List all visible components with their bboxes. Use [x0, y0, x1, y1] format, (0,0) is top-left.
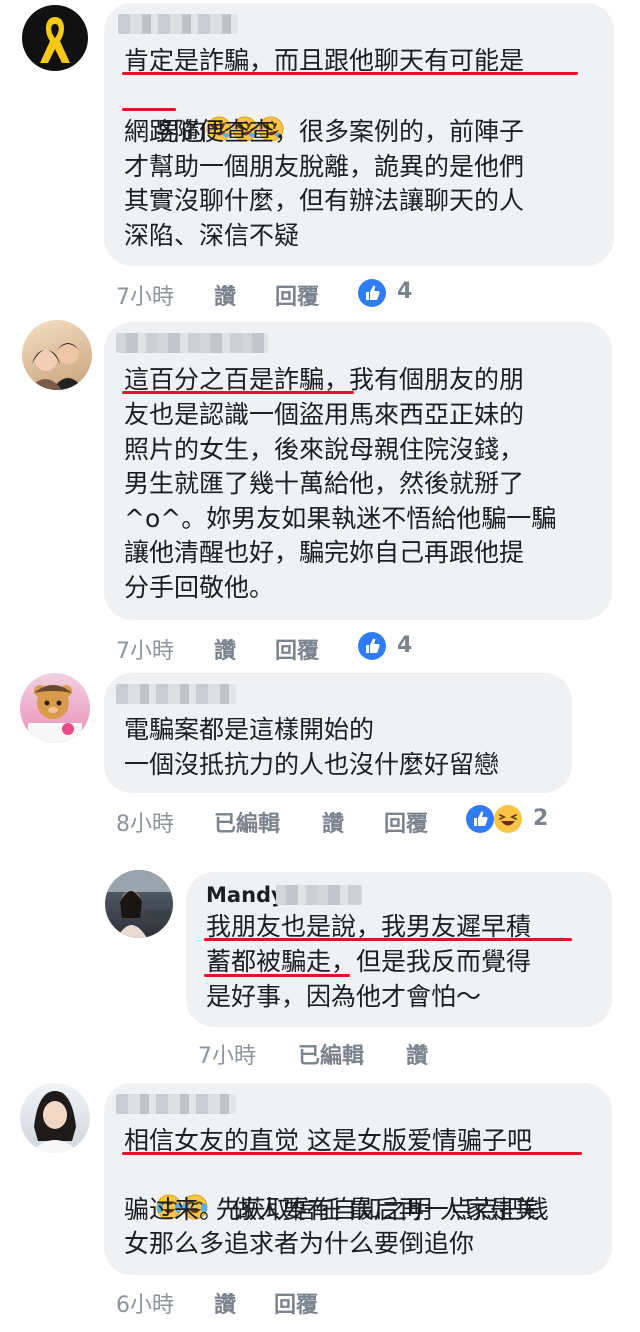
timestamp[interactable]: 7小時 — [116, 633, 174, 665]
commenter-avatar[interactable] — [20, 1083, 90, 1153]
like-button[interactable]: 讚 — [214, 279, 236, 311]
reply-button[interactable]: 回覆 — [275, 633, 319, 665]
comment-line: 才幫助一個朋友脫離，詭異的是他們 — [124, 152, 525, 181]
comment-line: ^o^。妳男友如果執迷不悟給他騙一騙 — [124, 504, 557, 533]
like-reaction-icon[interactable] — [358, 279, 386, 307]
commenter-name-blurred[interactable] — [116, 333, 268, 353]
reply-button[interactable]: 回覆 — [384, 806, 428, 838]
comment-line: 男生就匯了幾十萬給他，然後就掰了 — [124, 469, 525, 498]
woman-portrait-icon — [30, 1091, 80, 1153]
comment-line: 深陷、深信不疑 — [124, 221, 300, 250]
highlight-underline — [204, 974, 350, 977]
highlight-underline — [122, 391, 354, 394]
reply-button[interactable]: 回覆 — [274, 1287, 318, 1319]
comment-line: 友也是認識一個盜用馬來西亞正妹的 — [124, 400, 525, 429]
reaction-count[interactable]: 4 — [397, 633, 412, 658]
like-reaction-icon[interactable] — [358, 632, 386, 660]
edited-label[interactable]: 已編輯 — [298, 1038, 364, 1070]
like-button[interactable]: 讚 — [214, 633, 236, 665]
haha-reaction-icon[interactable] — [494, 805, 522, 833]
couple-photo-icon — [28, 342, 84, 390]
commenter-avatar[interactable] — [20, 673, 90, 743]
highlight-underline — [122, 1152, 582, 1155]
plush-toy-photo-icon — [28, 685, 82, 743]
reaction-count[interactable]: 2 — [533, 806, 548, 831]
like-button[interactable]: 讚 — [406, 1038, 428, 1070]
commenter-avatar[interactable] — [22, 5, 88, 71]
commenter-avatar[interactable] — [22, 320, 92, 390]
comment-line: 讓他清醒也好，騙完妳自己再跟他提 — [124, 538, 525, 567]
yellow-ribbon-icon — [40, 17, 70, 63]
highlight-underline — [122, 72, 578, 75]
commenter-name-text[interactable]: Mandy — [206, 883, 285, 907]
like-button[interactable]: 讚 — [322, 806, 344, 838]
comment-line: 是好事，因為他才會怕～ — [206, 982, 482, 1011]
commenter-name-blurred[interactable] — [116, 1094, 236, 1114]
comment-line: 女那么多追求者为什么要倒追你 — [124, 1229, 475, 1258]
comment-line: 電騙案都是這樣開始的 — [124, 715, 375, 744]
comment-line: 一個沒抵抗力的人也沒什麼好留戀 — [124, 750, 500, 779]
timestamp[interactable]: 7小時 — [116, 279, 174, 311]
like-reaction-icon[interactable] — [466, 805, 494, 833]
comment-line: 分手回敬他。 — [124, 573, 275, 602]
like-button[interactable]: 讚 — [214, 1287, 236, 1319]
woman-photo-icon — [105, 870, 173, 938]
comment-line: 照片的女生，後來說母親住院沒錢， — [124, 435, 525, 464]
reaction-count[interactable]: 4 — [397, 279, 412, 304]
reply-button[interactable]: 回覆 — [275, 279, 319, 311]
commenter-name[interactable]: Mandy — [206, 883, 285, 907]
comment-line: 其實沒聊什麼，但有辦法讓聊天的人 — [124, 186, 525, 215]
comment-line: 網路隨便查查，很多案例的，前陣子 — [124, 117, 525, 146]
timestamp[interactable]: 7小時 — [198, 1038, 256, 1070]
comment-line: 骗过来。 做人要有自知之明 人家是美 — [124, 1195, 540, 1224]
timestamp[interactable]: 6小時 — [116, 1287, 174, 1319]
commenter-name-blurred[interactable] — [276, 885, 362, 905]
commenter-avatar[interactable] — [105, 870, 173, 938]
commenter-name-blurred[interactable] — [116, 684, 236, 704]
timestamp[interactable]: 8小時 — [116, 806, 174, 838]
highlight-underline — [204, 938, 572, 941]
commenter-name-blurred[interactable] — [118, 14, 238, 34]
edited-label[interactable]: 已編輯 — [214, 806, 280, 838]
highlight-underline — [122, 108, 176, 111]
